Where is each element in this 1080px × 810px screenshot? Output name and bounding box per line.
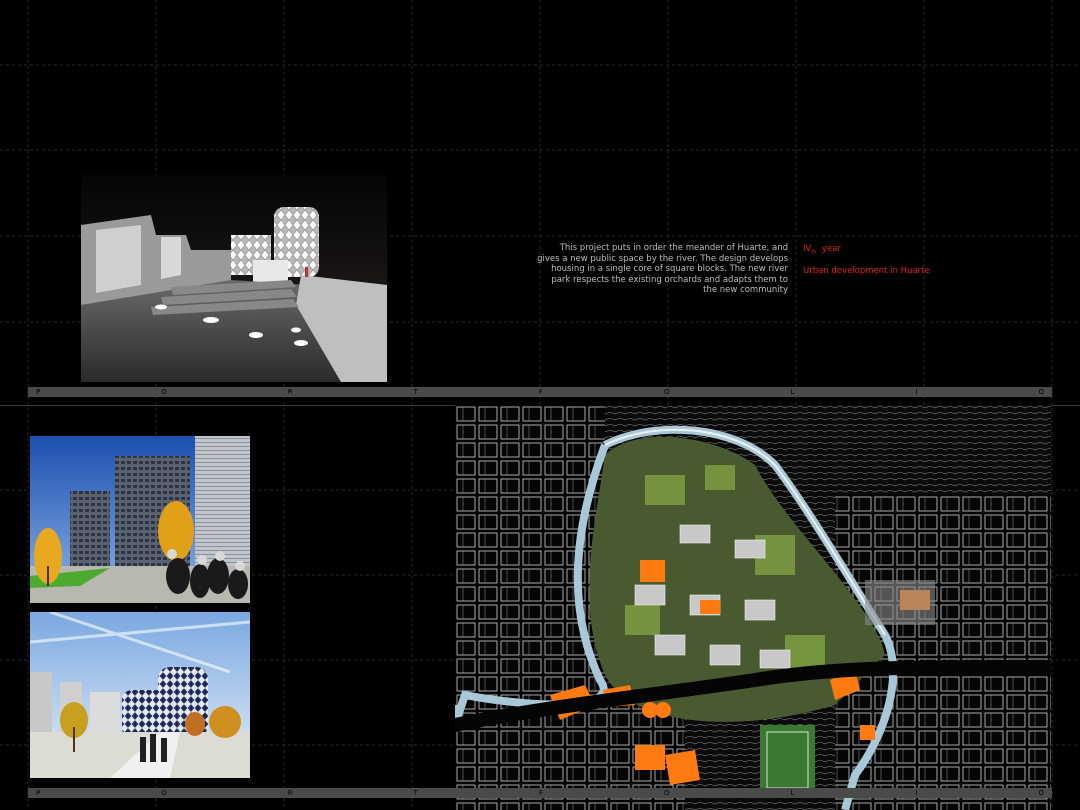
- master-plan-map: [455, 405, 1051, 810]
- housing-towers-render: [30, 436, 250, 603]
- description-line: housing in a single core of square block…: [551, 264, 788, 275]
- band-letter: I: [915, 388, 918, 396]
- lattice-buildings-render: [30, 612, 250, 778]
- course-year: IVth year: [803, 244, 841, 258]
- band-letter: L: [790, 789, 795, 797]
- portfolio-band-bottom: P O R T F O L I O: [28, 788, 1052, 798]
- band-letter: F: [538, 789, 543, 797]
- band-letter: O: [1038, 388, 1044, 396]
- description-line: park respects the existing orchards and …: [551, 274, 788, 285]
- band-letter: I: [915, 789, 918, 797]
- band-letter: O: [663, 789, 670, 797]
- description-line: the new community: [703, 285, 788, 296]
- band-letter: P: [36, 789, 41, 797]
- band-letter: R: [287, 789, 293, 797]
- band-letter: O: [161, 789, 167, 797]
- project-title: Urban development in Huarte: [803, 266, 930, 276]
- band-letter: T: [413, 388, 418, 396]
- band-letter: L: [790, 388, 795, 396]
- description-line: This project puts in order the meander o…: [559, 243, 788, 253]
- band-letter: T: [413, 789, 418, 797]
- band-letter: R: [287, 388, 293, 396]
- band-letter: P: [36, 388, 41, 396]
- night-plaza-render: [81, 175, 387, 382]
- year-label: year: [821, 244, 841, 254]
- band-letter: O: [161, 388, 167, 396]
- band-letter: O: [1038, 789, 1044, 797]
- year-ordinal: th: [811, 249, 817, 256]
- description-line: gives a new public space by the river. T…: [537, 253, 788, 264]
- band-letter: F: [538, 388, 543, 396]
- band-letter: O: [663, 388, 670, 396]
- project-description: This project puts in order the meander o…: [520, 243, 788, 296]
- portfolio-band-top: P O R T F O L I O: [28, 387, 1052, 397]
